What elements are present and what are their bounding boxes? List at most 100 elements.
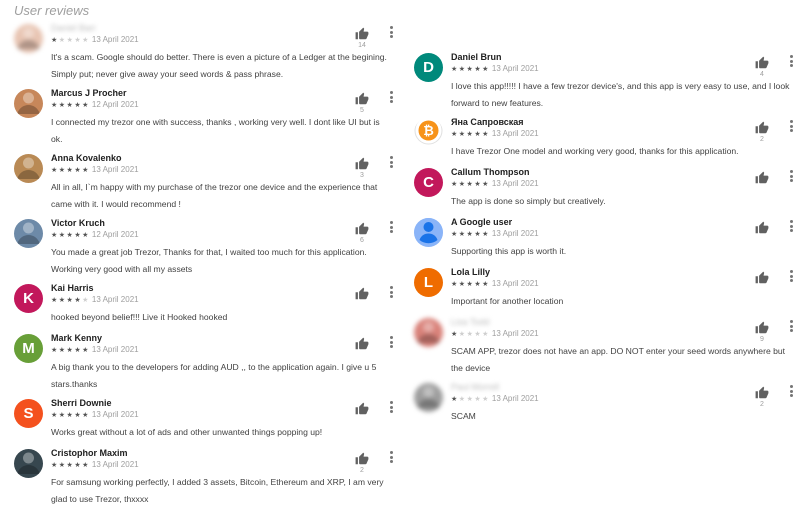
review-text: Important for another location xyxy=(451,296,564,306)
avatar-letter: M xyxy=(22,340,35,357)
reviewer-name: Mark Kenny xyxy=(51,333,103,343)
avatar[interactable] xyxy=(414,383,443,412)
review-card: Lisa Todd ★★★★★ 13 April 2021 SCAM APP, tre… xyxy=(414,316,799,377)
review-meta: ★★★★★ 12 April 2021 xyxy=(51,99,399,110)
review-text: All in all, I`m happy with my purchase o… xyxy=(51,182,378,209)
reviews-column-right: D Daniel Brun ★★★★★ 13 April 2021 I love thi… xyxy=(414,51,799,431)
reviewer-name: Marcus J Procher xyxy=(51,88,127,98)
review-card: K Kai Harris ★★★★★ 13 April 2021 hooked beyo… xyxy=(14,282,399,326)
bitcoin-icon: ₿ xyxy=(414,118,443,147)
review-text: The app is done so simply but creatively… xyxy=(451,196,606,206)
review-date: 13 April 2021 xyxy=(491,179,539,188)
review-date: 13 April 2021 xyxy=(491,394,539,403)
more-vert-icon[interactable] xyxy=(388,400,394,414)
avatar[interactable] xyxy=(14,89,43,118)
review-meta: ★★★★★ 13 April 2021 xyxy=(451,63,799,74)
thumbs-up-icon[interactable] xyxy=(755,56,769,70)
avatar[interactable]: D xyxy=(414,53,443,82)
review-text: For samsung working perfectly, I added 3… xyxy=(51,477,384,504)
thumbs-up-icon[interactable] xyxy=(355,337,369,351)
more-vert-icon[interactable] xyxy=(388,25,394,39)
review-text: You made a great job Trezor, Thanks for … xyxy=(51,247,367,274)
reviewer-name: Lola Lilly xyxy=(451,267,491,277)
review-meta: ★★★★★ 13 April 2021 xyxy=(51,34,399,45)
profile-photo xyxy=(414,383,443,412)
avatar[interactable]: M xyxy=(14,334,43,363)
more-vert-icon[interactable] xyxy=(788,54,794,68)
avatar[interactable]: S xyxy=(14,399,43,428)
more-vert-icon[interactable] xyxy=(788,269,794,283)
review-date: 13 April 2021 xyxy=(91,345,139,354)
more-vert-icon[interactable] xyxy=(388,450,394,464)
thumbs-up-icon[interactable] xyxy=(755,271,769,285)
more-vert-icon[interactable] xyxy=(388,220,394,234)
more-vert-icon[interactable] xyxy=(788,219,794,233)
review-card: L Lola Lilly ★★★★★ 13 April 2021 Important f… xyxy=(414,266,799,310)
more-vert-icon[interactable] xyxy=(388,155,394,169)
person-icon xyxy=(414,218,443,247)
review-meta: ★★★★★ 13 April 2021 xyxy=(451,278,799,289)
review-card: Marcus J Procher ★★★★★ 12 April 2021 I conn… xyxy=(14,87,399,148)
avatar[interactable] xyxy=(14,24,43,53)
thumbs-up-icon[interactable] xyxy=(355,402,369,416)
helpful-count: 3 xyxy=(360,172,364,179)
avatar[interactable]: K xyxy=(14,284,43,313)
more-vert-icon[interactable] xyxy=(788,319,794,333)
review-text: It's a scam. Google should do better. Th… xyxy=(51,52,387,79)
reviews-column-left: Daniel Barr ★★★★★ 13 April 2021 It's a scam… xyxy=(14,22,399,508)
review-card: Cristophor Maxim ★★★★★ 13 April 2021 For sa… xyxy=(14,447,399,508)
thumbs-up-icon[interactable] xyxy=(755,171,769,185)
reviewer-name: Callum Thompson xyxy=(451,167,530,177)
more-vert-icon[interactable] xyxy=(388,285,394,299)
thumbs-up-icon[interactable] xyxy=(355,92,369,106)
star-rating: ★★★★★ xyxy=(451,281,490,288)
thumbs-up-icon[interactable] xyxy=(355,222,369,236)
more-vert-icon[interactable] xyxy=(788,169,794,183)
profile-photo xyxy=(14,154,43,183)
helpful-count: 9 xyxy=(760,336,764,343)
reviewer-name: Paul Morrell xyxy=(451,382,500,392)
review-text: SCAM xyxy=(451,411,476,421)
avatar[interactable] xyxy=(414,318,443,347)
review-text: Works great without a lot of ads and oth… xyxy=(51,427,323,437)
reviewer-name: Victor Kruch xyxy=(51,218,105,228)
review-date: 13 April 2021 xyxy=(491,279,539,288)
thumbs-up-icon[interactable] xyxy=(755,221,769,235)
reviewer-name: Anna Kovalenko xyxy=(51,153,122,163)
reviewer-name: Яна Сапровская xyxy=(451,117,524,127)
review-text: I have Trezor One model and working very… xyxy=(451,146,739,156)
avatar[interactable]: L xyxy=(414,268,443,297)
review-meta: ★★★★★ 12 April 2021 xyxy=(51,229,399,240)
avatar-letter: S xyxy=(23,405,34,422)
thumbs-up-icon[interactable] xyxy=(355,287,369,301)
star-rating: ★★★★★ xyxy=(51,462,90,469)
more-vert-icon[interactable] xyxy=(388,335,394,349)
avatar[interactable] xyxy=(14,154,43,183)
star-rating: ★★★★★ xyxy=(51,297,90,304)
avatar-letter: D xyxy=(423,59,434,76)
avatar[interactable]: ₿ xyxy=(414,118,443,147)
thumbs-up-icon[interactable] xyxy=(355,452,369,466)
review-meta: ★★★★★ 13 April 2021 xyxy=(451,178,799,189)
thumbs-up-icon[interactable] xyxy=(355,157,369,171)
more-vert-icon[interactable] xyxy=(388,90,394,104)
more-vert-icon[interactable] xyxy=(788,119,794,133)
avatar[interactable] xyxy=(414,218,443,247)
helpful-count: 4 xyxy=(760,71,764,78)
review-date: 13 April 2021 xyxy=(491,129,539,138)
thumbs-up-icon[interactable] xyxy=(755,121,769,135)
review-card: M Mark Kenny ★★★★★ 13 April 2021 A big thank… xyxy=(14,332,399,393)
review-date: 13 April 2021 xyxy=(491,64,539,73)
thumbs-up-icon[interactable] xyxy=(755,386,769,400)
avatar[interactable] xyxy=(14,219,43,248)
thumbs-up-icon[interactable] xyxy=(755,321,769,335)
helpful-count: 14 xyxy=(358,42,366,49)
avatar[interactable] xyxy=(14,449,43,478)
more-vert-icon[interactable] xyxy=(788,384,794,398)
review-date: 13 April 2021 xyxy=(91,165,139,174)
avatar[interactable]: C xyxy=(414,168,443,197)
thumbs-up-icon[interactable] xyxy=(355,27,369,41)
review-card: S Sherri Downie ★★★★★ 13 April 2021 Works gr… xyxy=(14,397,399,441)
review-date: 12 April 2021 xyxy=(91,100,139,109)
avatar-letter: C xyxy=(423,174,434,191)
